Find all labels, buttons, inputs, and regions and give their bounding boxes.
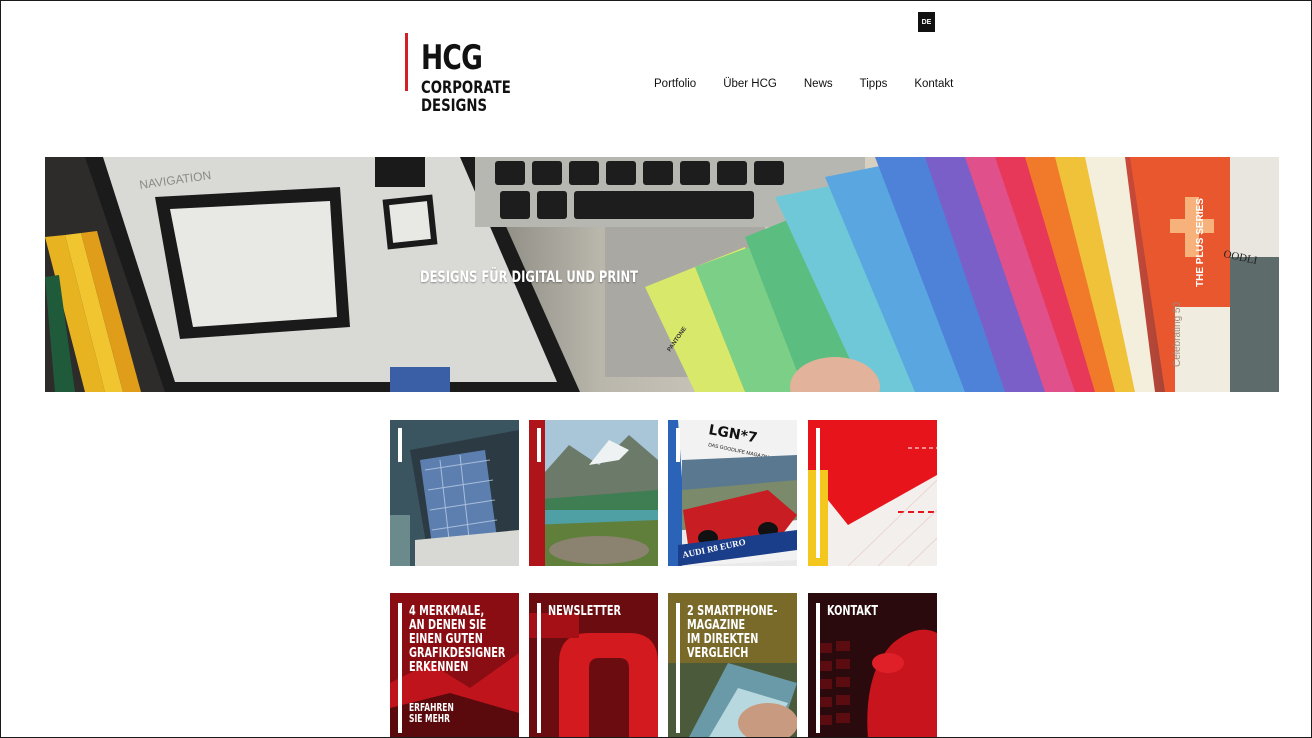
teaser-newsletter[interactable]: NEWSLETTER (529, 593, 658, 737)
portfolio-tile-mountain[interactable] (529, 420, 658, 566)
teaser-stripe (816, 603, 820, 733)
tile-stripe (537, 428, 541, 462)
teaser-stripe (537, 603, 541, 733)
portfolio-tile-envelope[interactable] (808, 420, 937, 566)
hero-banner: NAVIGATION PANTONE THE PLUS SERIES Celeb… (45, 157, 1279, 392)
teaser-title: 4 MERKMALE, AN DENEN SIE EINEN GUTEN GRA… (409, 603, 506, 675)
nav-tipps[interactable]: Tipps (860, 78, 888, 90)
teaser-stripe (676, 603, 680, 733)
tile-stripe (398, 428, 402, 462)
teaser-stripe (398, 603, 402, 733)
nav-ueber-hcg[interactable]: Über HCG (723, 78, 777, 90)
hero-caption: DESIGNS FÜR DIGITAL UND PRINT (420, 267, 639, 286)
nav-kontakt[interactable]: Kontakt (914, 78, 953, 90)
page-frame: DE HCG CORPORATE DESIGNS Portfolio Über … (0, 0, 1312, 738)
logo-line3: DESIGNS (421, 96, 488, 116)
read-more-link[interactable]: ERFAHREN SIE MEHR (409, 703, 481, 725)
teaser-title: KONTAKT (827, 603, 879, 619)
nav-portfolio[interactable]: Portfolio (654, 78, 696, 90)
portfolio-tile-magazine[interactable]: LGN*7 DAS GOODLIFE MAGAZIN AUDI R8 EURO (668, 420, 797, 566)
tile-stripe (676, 428, 680, 462)
logo-text: HCG CORPORATE DESIGNS (421, 41, 511, 115)
tile-stripe (816, 428, 820, 558)
main-nav: Portfolio Über HCG News Tipps Kontakt (654, 78, 953, 90)
magazine-illustration: OODLI (1222, 157, 1279, 392)
logo-bar (405, 33, 408, 91)
teaser-title: 2 SMARTPHONE- MAGAZINE IM DIREKTEN VERGL… (687, 603, 778, 661)
teaser-title: NEWSLETTER (548, 603, 621, 619)
teaser-smartphone[interactable]: 2 SMARTPHONE- MAGAZINE IM DIREKTEN VERGL… (668, 593, 797, 737)
language-switch[interactable]: DE (918, 12, 935, 32)
teaser-grafikdesigner[interactable]: 4 MERKMALE, AN DENEN SIE EINEN GUTEN GRA… (390, 593, 519, 737)
teaser-kontakt[interactable]: KONTAKT (808, 593, 937, 737)
svg-text:THE PLUS SERIES: THE PLUS SERIES (1195, 198, 1206, 287)
hero-image: NAVIGATION PANTONE THE PLUS SERIES Celeb… (45, 157, 1279, 392)
svg-text:Celebrating 50: Celebrating 50 (1172, 302, 1183, 367)
nav-news[interactable]: News (804, 78, 833, 90)
logo-line1: HCG (421, 38, 483, 78)
logo-line2: CORPORATE (421, 78, 511, 98)
portfolio-tile-building[interactable] (390, 420, 519, 566)
